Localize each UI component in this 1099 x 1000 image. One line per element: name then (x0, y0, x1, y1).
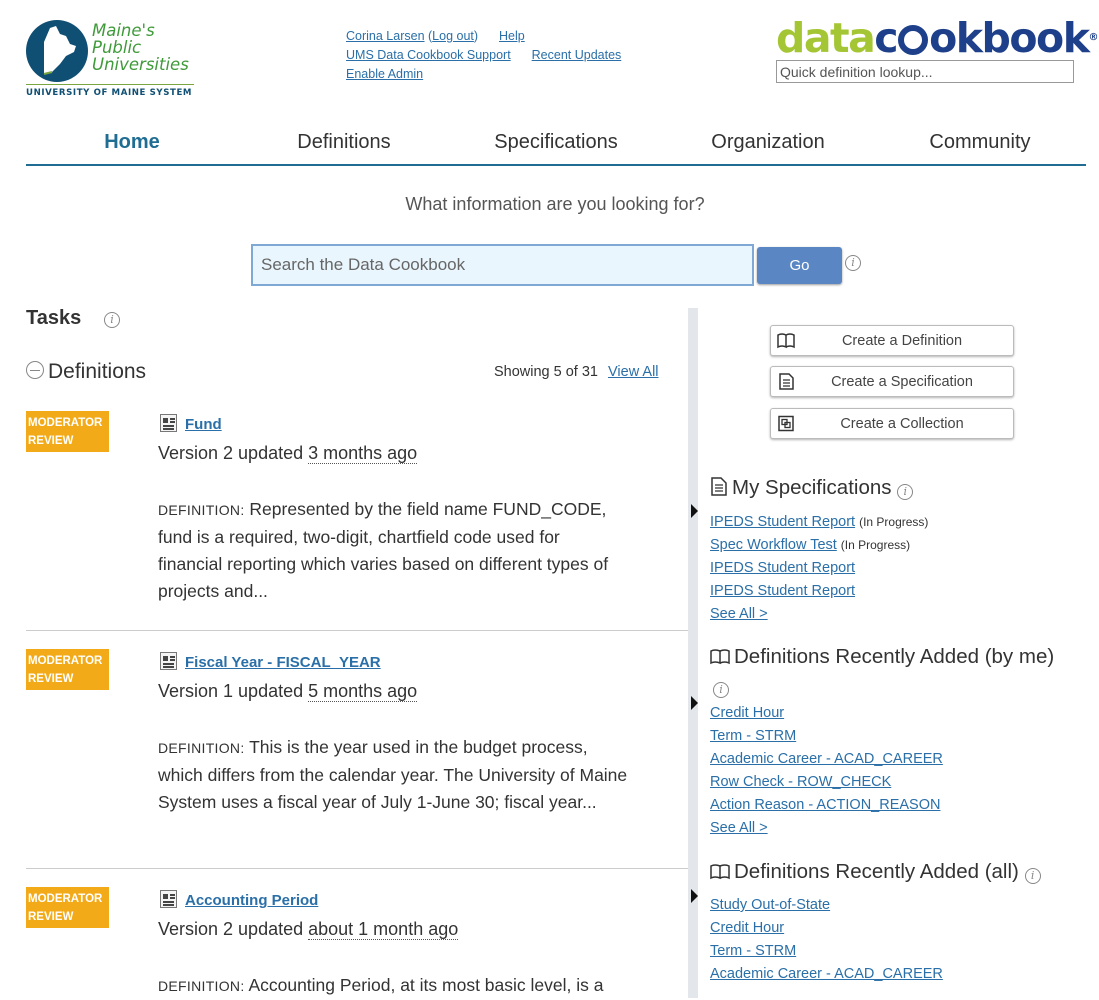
list-item: Row Check - ROW_CHECK (710, 774, 892, 790)
version-info: Version 2 updated 3 months ago (158, 443, 418, 464)
definition-icon (160, 890, 177, 908)
collapse-icon[interactable] (26, 361, 44, 379)
my-specifications-heading: My Specifications i (710, 476, 914, 500)
expand-arrow-icon[interactable] (691, 696, 698, 710)
nav-specifications[interactable]: Specifications (450, 124, 662, 164)
definitions-section-heading: Definitions (48, 360, 147, 383)
expand-arrow-icon[interactable] (691, 504, 698, 518)
list-item: Academic Career - ACAD_CAREER (710, 966, 943, 982)
list-item: Term - STRM (710, 943, 797, 959)
list-item: IPEDS Student Report (710, 560, 856, 576)
create-specification-button[interactable]: Create a Specification (770, 366, 1014, 397)
cooking-pot-icon (898, 25, 929, 55)
task-title-link[interactable]: Accounting Period (185, 892, 318, 909)
expand-arrow-icon[interactable] (691, 889, 698, 903)
moderator-review-badge: MODERATOR REVIEW (26, 411, 109, 452)
create-collection-button[interactable]: Create a Collection (770, 408, 1014, 439)
nav-definitions[interactable]: Definitions (238, 124, 450, 164)
support-link[interactable]: UMS Data Cookbook Support (346, 48, 511, 62)
search-prompt: What information are you looking for? (405, 194, 705, 214)
card-divider (26, 868, 688, 869)
definition-icon (160, 652, 177, 670)
task-title-link[interactable]: Fund (185, 416, 222, 433)
list-item: Term - STRM (710, 728, 797, 744)
definition-text: DEFINITION: Represented by the field nam… (158, 499, 609, 601)
moderator-review-badge: MODERATOR REVIEW (26, 649, 109, 690)
list-item: Spec Workflow Test (In Progress) (710, 537, 911, 553)
recent-all-list: Study Out-of-State Credit Hour Term - ST… (710, 894, 943, 986)
version-info: Version 1 updated 5 months ago (158, 681, 418, 702)
tasks-info-icon[interactable]: i (104, 312, 120, 328)
recent-all-heading: Definitions Recently Added (all) i (710, 860, 1041, 884)
updated-ago: about 1 month ago (308, 919, 459, 940)
list-item: Credit Hour (710, 920, 785, 936)
open-book-icon (710, 864, 730, 880)
nav-community[interactable]: Community (874, 124, 1086, 164)
tasks-heading: Tasks (26, 307, 82, 329)
recent-by-me-info-icon[interactable]: i (713, 682, 729, 698)
nav-home[interactable]: Home (26, 124, 238, 164)
recent-updates-link[interactable]: Recent Updates (532, 48, 622, 62)
document-icon (711, 477, 727, 496)
task-title-link[interactable]: Fiscal Year - FISCAL_YEAR (185, 654, 381, 671)
help-link[interactable]: Help (499, 29, 525, 43)
maine-map-icon (26, 20, 88, 82)
list-item: Credit Hour (710, 705, 785, 721)
showing-count: Showing 5 of 31 View All (494, 364, 659, 380)
data-cookbook-logo[interactable]: datac okbook® (776, 14, 1098, 62)
view-all-link[interactable]: View All (608, 364, 659, 380)
list-item: Action Reason - ACTION_REASON (710, 797, 941, 813)
definition-text: DEFINITION: This is the year used in the… (158, 737, 628, 812)
go-button[interactable]: Go (757, 247, 842, 284)
search-input[interactable] (251, 244, 754, 286)
logout-link[interactable]: Log out (432, 29, 474, 43)
my-specifications-list: IPEDS Student Report (In Progress) Spec W… (710, 511, 928, 626)
user-name-link[interactable]: Corina Larsen (346, 29, 425, 43)
list-item: Academic Career - ACAD_CAREER (710, 751, 943, 767)
see-all-link[interactable]: See All > (710, 820, 768, 836)
definition-icon (160, 414, 177, 432)
recent-by-me-list: Credit Hour Term - STRM Academic Career … (710, 702, 943, 840)
search-info-icon[interactable]: i (845, 255, 861, 271)
logo-subtitle: UNIVERSITY OF MAINE SYSTEM (26, 84, 194, 98)
see-all-link[interactable]: See All > (710, 606, 768, 622)
recent-all-info-icon[interactable]: i (1024, 868, 1041, 884)
nav-organization[interactable]: Organization (662, 124, 874, 164)
updated-ago: 5 months ago (308, 681, 418, 702)
create-definition-button[interactable]: Create a Definition (770, 325, 1014, 356)
header-links: Corina Larsen (Log out) Help UMS Data Co… (346, 29, 622, 81)
enable-admin-link[interactable]: Enable Admin (346, 67, 423, 81)
version-info: Version 2 updated about 1 month ago (158, 919, 459, 940)
card-divider (26, 630, 688, 631)
list-item: IPEDS Student Report (710, 583, 856, 599)
main-nav: Home Definitions Specifications Organiza… (26, 124, 1086, 166)
list-item: Study Out-of-State (710, 897, 831, 913)
updated-ago: 3 months ago (308, 443, 418, 464)
recent-by-me-heading: Definitions Recently Added (by me) (710, 645, 1054, 669)
open-book-icon (710, 649, 730, 665)
logo-text: Maine's Public Universities (92, 21, 189, 74)
universities-logo[interactable]: Maine's Public Universities UNIVERSITY O… (26, 18, 198, 100)
moderator-review-badge: MODERATOR REVIEW (26, 887, 109, 928)
definition-text: DEFINITION: Accounting Period, at its mo… (158, 975, 604, 995)
my-specifications-info-icon[interactable]: i (897, 484, 914, 500)
list-item: IPEDS Student Report (In Progress) (710, 514, 929, 530)
quick-definition-lookup-input[interactable] (776, 60, 1074, 83)
